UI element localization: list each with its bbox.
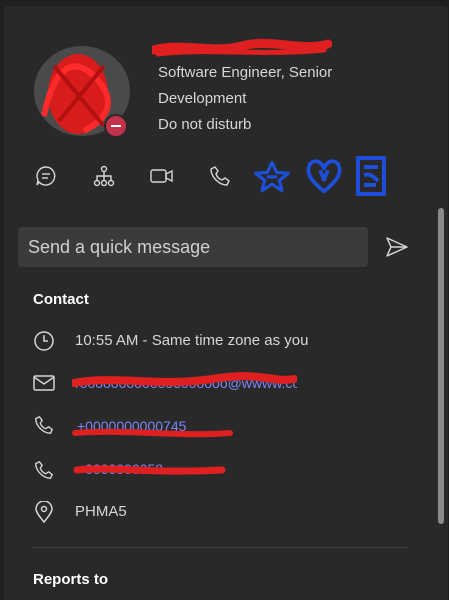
mail-icon [32, 371, 56, 395]
star-annotation-icon [252, 156, 292, 196]
chat-icon[interactable] [26, 156, 66, 196]
location-text: PHMA5 [75, 503, 127, 520]
email-row[interactable]: rooooooooooooooooooo@wwww.com [32, 369, 412, 399]
contact-card: Software Engineer, Senior Development Do… [4, 6, 448, 600]
org-chart-icon[interactable] [84, 156, 124, 196]
work-phone-row[interactable]: +0000000000745 [32, 411, 412, 441]
send-icon[interactable] [384, 234, 410, 260]
mobile-phone-link[interactable]: +0000000058 [72, 456, 232, 491]
location-pin-icon [32, 500, 56, 524]
phone-icon [32, 458, 56, 482]
mobile-phone-row[interactable]: +0000000058 [32, 456, 412, 486]
presence-dnd-icon [104, 114, 128, 138]
phone-icon [32, 413, 56, 437]
section-divider [33, 547, 407, 548]
profile-name [149, 38, 333, 65]
document-annotation-icon [352, 156, 392, 196]
location-row: PHMA5 [32, 498, 412, 528]
email-link[interactable]: rooooooooooooooooooo@wwww.com [70, 369, 312, 402]
heart-annotation-icon [304, 156, 344, 196]
video-call-icon[interactable] [142, 156, 182, 196]
local-time-text: 10:55 AM - Same time zone as you [75, 332, 309, 349]
contact-heading: Contact [33, 291, 89, 308]
phone-call-icon[interactable] [200, 156, 240, 196]
clock-icon [32, 329, 56, 353]
reports-to-heading: Reports to [33, 571, 108, 588]
profile-department: Development [158, 90, 247, 107]
work-phone-link[interactable]: +0000000000745 [72, 411, 242, 446]
profile-title: Software Engineer, Senior [158, 64, 333, 81]
local-time-row: 10:55 AM - Same time zone as you [32, 327, 412, 357]
quick-message-input[interactable]: Send a quick message [18, 227, 368, 267]
action-bar [34, 156, 434, 204]
profile-status: Do not disturb [158, 116, 252, 133]
scrollbar[interactable] [438, 208, 444, 524]
